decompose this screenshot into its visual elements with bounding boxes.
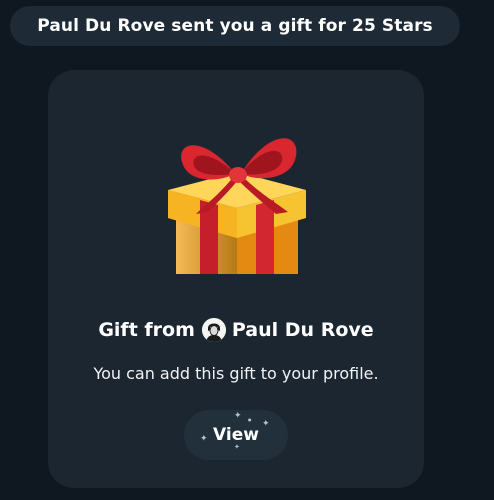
- view-gift-button[interactable]: ✦ ✦ ✦ ✦ ● View: [184, 410, 288, 460]
- sparkle-icon: ✦: [262, 419, 270, 429]
- sender-name[interactable]: Paul Du Rove: [232, 319, 374, 341]
- gift-service-message-text: Paul Du Rove sent you a gift for 25 Star…: [37, 16, 433, 36]
- gift-title-prefix: Gift from: [98, 319, 195, 341]
- avatar-portrait-icon: [201, 318, 226, 342]
- gift-service-message: Paul Du Rove sent you a gift for 25 Star…: [10, 6, 460, 46]
- gift-title: Gift from Paul Du Rove: [48, 318, 424, 342]
- gift-description: You can add this gift to your profile.: [93, 364, 379, 383]
- sparkle-icon: ✦: [234, 411, 242, 421]
- avatar: [201, 318, 226, 342]
- gift-box-icon: [168, 138, 306, 274]
- gift-card[interactable]: Gift from Paul Du Rove You can add this …: [48, 70, 424, 488]
- sparkle-icon: ✦: [200, 434, 208, 444]
- view-button-label: View: [213, 425, 259, 445]
- sparkle-icon: ●: [248, 417, 252, 422]
- sparkle-icon: ✦: [234, 443, 240, 451]
